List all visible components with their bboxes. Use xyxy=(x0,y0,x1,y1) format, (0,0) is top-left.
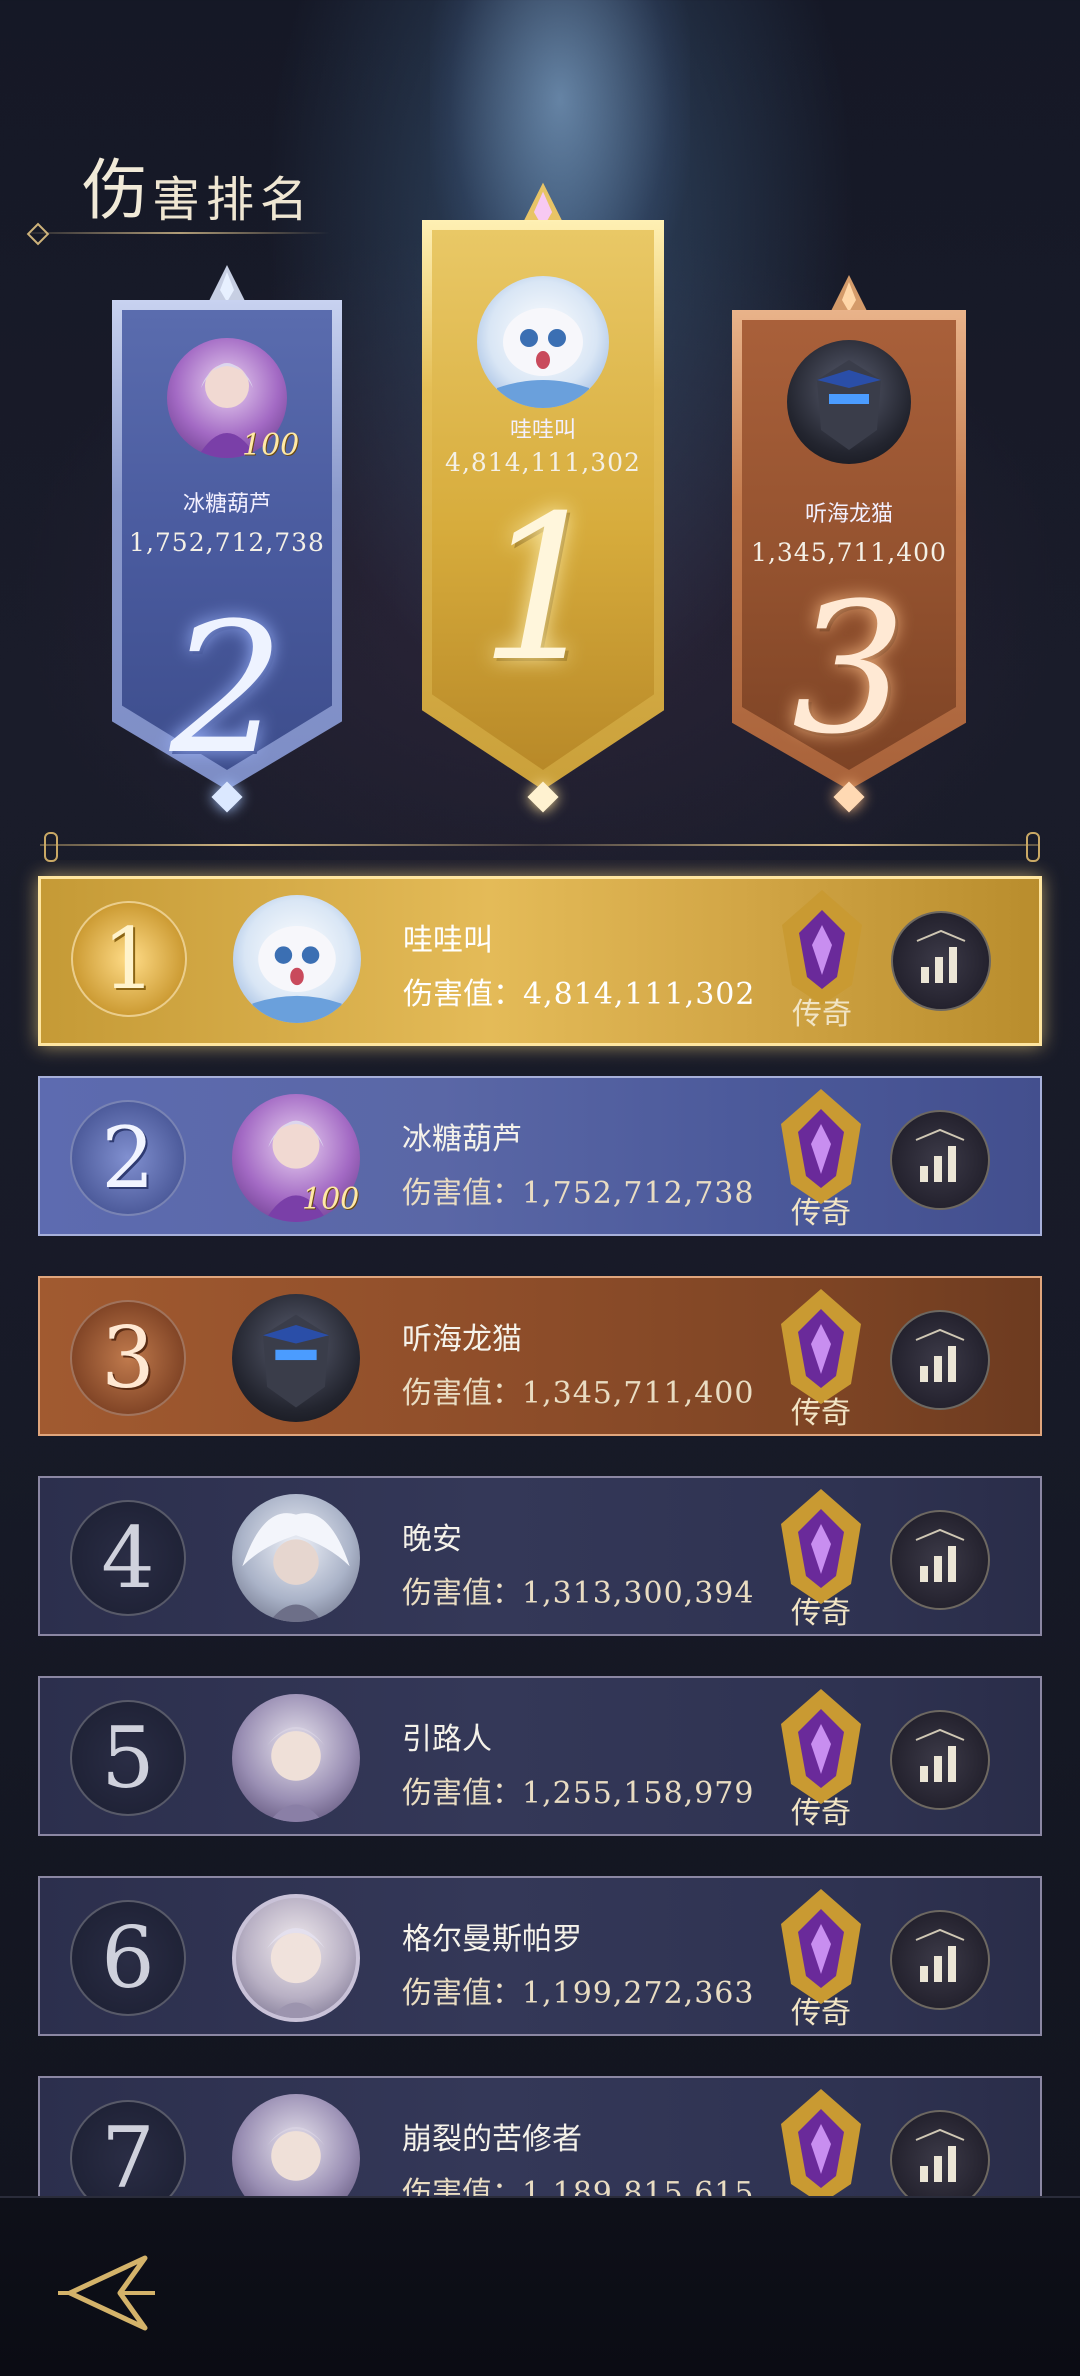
damage-label: 伤害值： xyxy=(402,1576,522,1611)
divider-ornament xyxy=(44,832,58,862)
stats-button[interactable] xyxy=(890,1110,990,1210)
ranking-row-5[interactable]: 5 引路人 伤害值：1,255,158,979 传奇 xyxy=(38,1676,1042,1836)
podium-banner-1[interactable]: 哇哇叫 4,814,111,302 1 xyxy=(422,180,664,830)
back-button[interactable] xyxy=(50,2248,160,2338)
podium-score: 1,752,712,738 xyxy=(129,528,325,557)
back-arrow-icon xyxy=(58,2255,155,2331)
bar-chart-icon xyxy=(915,1928,965,1982)
rank-number: 6 xyxy=(70,1900,186,2016)
damage-text: 伤害值：1,752,712,738 xyxy=(402,1168,754,1212)
avatar[interactable] xyxy=(233,895,361,1023)
damage-value: 4,814,111,302 xyxy=(523,977,756,1012)
tier-label: 传奇 xyxy=(791,1196,851,1231)
section-divider xyxy=(40,844,1040,846)
rank-number: 2 xyxy=(70,1100,186,1216)
ranking-row-2[interactable]: 2 100 冰糖葫芦 伤害值：1,752,712,738 传奇 xyxy=(38,1076,1042,1236)
rank-number: 5 xyxy=(70,1700,186,1816)
rank-number: 4 xyxy=(70,1500,186,1616)
damage-text: 伤害值：4,814,111,302 xyxy=(403,969,755,1013)
level-badge: 100 xyxy=(302,1182,360,1217)
player-name: 格尔曼斯帕罗 xyxy=(402,1922,582,1957)
damage-value: 1,199,272,363 xyxy=(522,1976,755,2011)
damage-label: 伤害值： xyxy=(402,1176,522,1211)
title-underline xyxy=(30,232,330,234)
podium-name: 冰糖葫芦 xyxy=(182,492,271,517)
bar-chart-icon xyxy=(915,1728,965,1782)
podium-score: 1,345,711,400 xyxy=(751,538,947,567)
podium-rank-number: 2 xyxy=(169,585,285,794)
level-badge: 100 xyxy=(242,428,300,463)
bottom-bar xyxy=(0,2196,1080,2376)
bar-chart-icon xyxy=(915,1328,965,1382)
title-ornament xyxy=(26,222,50,246)
bar-chart-icon xyxy=(915,2128,965,2182)
gem-icon xyxy=(527,781,559,813)
stats-button[interactable] xyxy=(891,911,991,1011)
ranking-row-6[interactable]: 6 格尔曼斯帕罗 伤害值：1,199,272,363 传奇 xyxy=(38,1876,1042,2036)
podium-rank-number: 3 xyxy=(791,565,907,774)
page-title: 伤 害排名 xyxy=(82,152,315,229)
stats-button[interactable] xyxy=(890,1510,990,1610)
avatar[interactable] xyxy=(232,1294,360,1422)
rank-number: 7 xyxy=(70,2100,186,2200)
damage-label: 伤害值： xyxy=(402,1376,522,1411)
avatar[interactable] xyxy=(477,276,609,408)
legend-emblem-icon xyxy=(781,2089,861,2200)
avatar[interactable] xyxy=(787,340,911,464)
podium-rank-number: 1 xyxy=(479,473,607,706)
stats-button[interactable] xyxy=(890,2110,990,2200)
podium-name: 听海龙猫 xyxy=(804,502,893,527)
tier-label: 传奇 xyxy=(791,1396,851,1431)
title-rest: 害排名 xyxy=(152,172,315,228)
player-name: 崩裂的苦修者 xyxy=(402,2122,582,2157)
stats-button[interactable] xyxy=(890,1310,990,1410)
player-name: 晚安 xyxy=(402,1522,462,1557)
podium-name: 哇哇叫 xyxy=(509,418,576,443)
damage-text: 伤害值：1,199,272,363 xyxy=(402,1968,754,2012)
player-name: 冰糖葫芦 xyxy=(402,1122,522,1157)
stats-button[interactable] xyxy=(890,1910,990,2010)
ranking-row-7[interactable]: 7 崩裂的苦修者 伤害值：1,189,815,615 传奇 xyxy=(38,2076,1042,2200)
tier-label: 传奇 xyxy=(791,1796,851,1831)
avatar[interactable] xyxy=(232,1894,360,2022)
podium-banner-3[interactable]: 听海龙猫 1,345,711,400 3 xyxy=(732,270,966,830)
ranking-row-1[interactable]: 1 哇哇叫 伤害值：4,814,111,302 传奇 xyxy=(38,876,1042,1046)
ranking-list[interactable]: 1 哇哇叫 伤害值：4,814,111,302 传奇 2 100 冰糖葫芦 伤害… xyxy=(0,860,1080,2200)
damage-value: 1,255,158,979 xyxy=(522,1776,755,1811)
podium-banner-2[interactable]: 100 冰糖葫芦 1,752,712,738 2 xyxy=(112,260,342,830)
damage-label: 伤害值： xyxy=(403,977,523,1012)
title-first-char: 伤 xyxy=(82,152,148,229)
damage-value: 1,752,712,738 xyxy=(522,1176,755,1211)
damage-text: 伤害值：1,345,711,400 xyxy=(402,1368,754,1412)
divider-ornament xyxy=(1026,832,1040,862)
bar-chart-icon xyxy=(915,1128,965,1182)
ranking-row-3[interactable]: 3 听海龙猫 伤害值：1,345,711,400 传奇 xyxy=(38,1276,1042,1436)
gem-icon xyxy=(833,781,865,813)
avatar[interactable] xyxy=(232,1494,360,1622)
stats-button[interactable] xyxy=(890,1710,990,1810)
tier-label: 传奇 xyxy=(791,1596,851,1631)
damage-text: 伤害值：1,255,158,979 xyxy=(402,1768,754,1812)
damage-value: 1,345,711,400 xyxy=(522,1376,755,1411)
damage-value: 1,313,300,394 xyxy=(522,1576,755,1611)
ranking-row-4[interactable]: 4 晚安 伤害值：1,313,300,394 传奇 xyxy=(38,1476,1042,1636)
avatar[interactable] xyxy=(232,2094,360,2200)
tier-label: 传奇 xyxy=(791,1996,851,2031)
bar-chart-icon xyxy=(915,1528,965,1582)
player-name: 引路人 xyxy=(402,1722,492,1757)
damage-label: 伤害值： xyxy=(402,1976,522,2011)
damage-text: 伤害值：1,313,300,394 xyxy=(402,1568,754,1612)
avatar[interactable] xyxy=(232,1694,360,1822)
rank-number: 1 xyxy=(71,901,187,1017)
rank-number: 3 xyxy=(70,1300,186,1416)
player-name: 哇哇叫 xyxy=(403,923,493,958)
tier-label: 传奇 xyxy=(792,997,852,1032)
bar-chart-icon xyxy=(916,929,966,983)
damage-label: 伤害值： xyxy=(402,1776,522,1811)
player-name: 听海龙猫 xyxy=(402,1322,522,1357)
